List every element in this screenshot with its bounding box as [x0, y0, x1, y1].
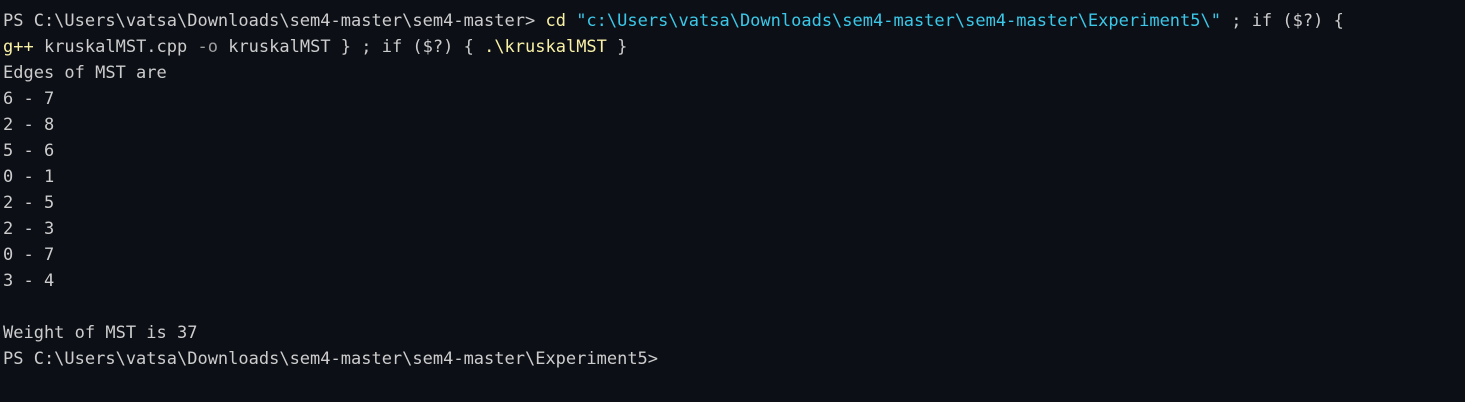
edge-line: 2 - 5 [3, 193, 55, 213]
prompt: PS C:\Users\vatsa\Downloads\sem4-master\… [3, 11, 546, 31]
output-name-and-clause: kruskalMST } ; if ($?) { [217, 37, 485, 57]
edge-line: 6 - 7 [3, 89, 55, 109]
output-flag: -o [197, 37, 218, 57]
output-header: Edges of MST are [3, 63, 167, 83]
terminal-window[interactable]: PS C:\Users\vatsa\Downloads\sem4-master\… [0, 0, 1465, 402]
edge-line: 2 - 3 [3, 219, 55, 239]
edge-line: 0 - 7 [3, 245, 55, 265]
edge-line: 3 - 4 [3, 271, 55, 291]
command-line-2: g++ kruskalMST.cpp -o kruskalMST } ; if … [3, 34, 1465, 60]
edge-line: 2 - 8 [3, 115, 55, 135]
gpp-command: g++ [3, 37, 34, 57]
weight-output: Weight of MST is 37 [3, 323, 198, 343]
source-file: kruskalMST.cpp [33, 37, 198, 57]
cd-command: cd [545, 11, 566, 31]
run-executable: .\kruskalMST [484, 37, 607, 57]
edge-line: 0 - 1 [3, 167, 55, 187]
closing-brace: } [606, 37, 628, 57]
edge-line: 5 - 6 [3, 141, 55, 161]
final-prompt[interactable]: PS C:\Users\vatsa\Downloads\sem4-master\… [3, 346, 1465, 372]
if-clause: ; if ($?) { [1220, 11, 1344, 31]
command-line-1: PS C:\Users\vatsa\Downloads\sem4-master\… [3, 8, 1465, 34]
cd-path-argument: "c:\Users\vatsa\Downloads\sem4-master\se… [576, 11, 1221, 31]
